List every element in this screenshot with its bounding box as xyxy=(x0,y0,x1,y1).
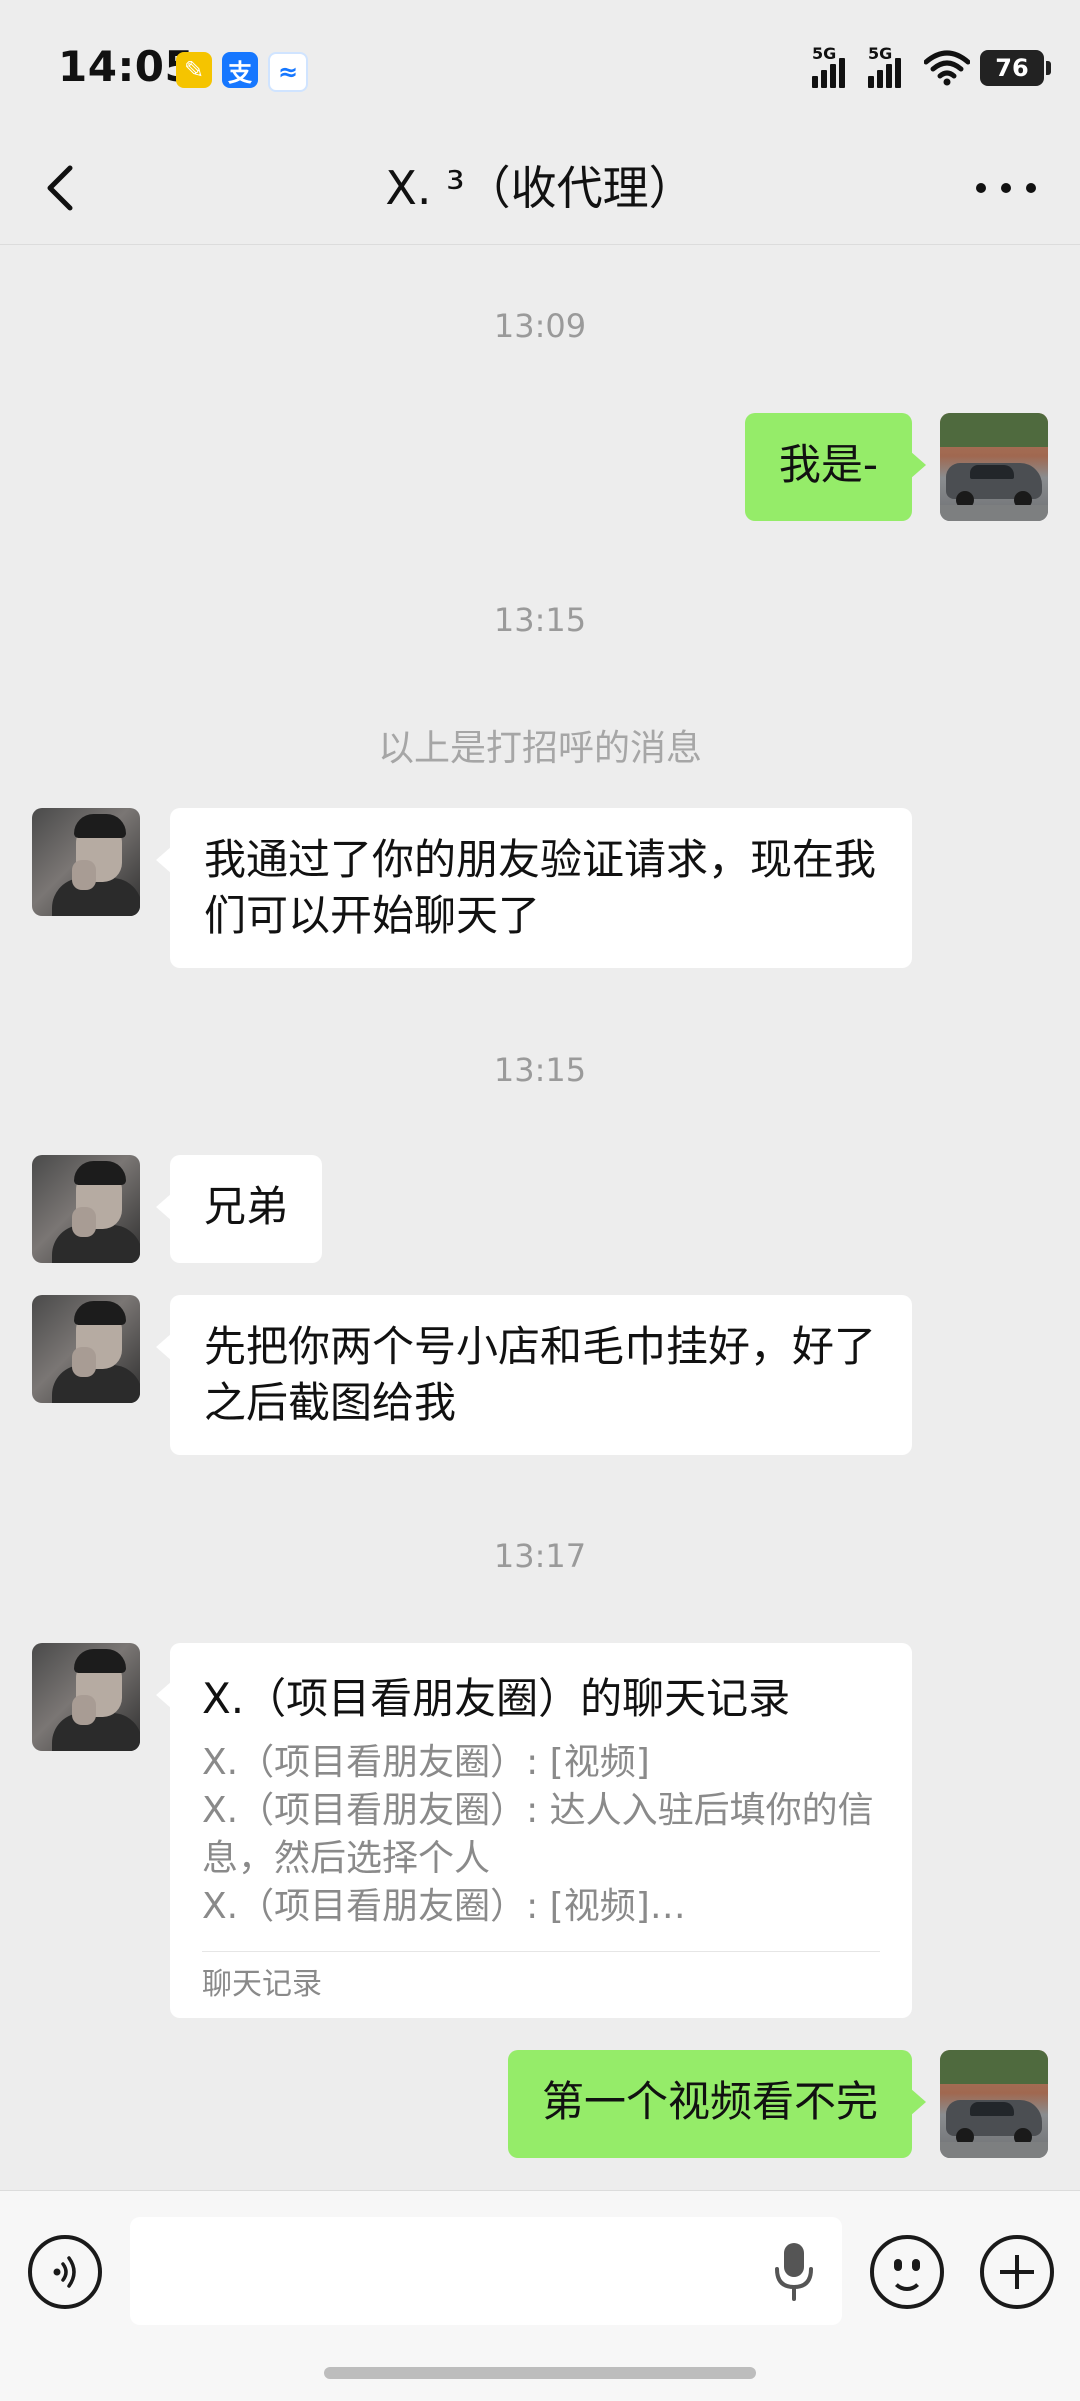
contact-message-bubble[interactable]: 我通过了你的朋友验证请求，现在我们可以开始聊天了 xyxy=(156,808,912,968)
voice-mode-button[interactable] xyxy=(28,2235,102,2309)
message-timestamp: 13:15 xyxy=(493,601,587,639)
system-message: 以上是打招呼的消息 xyxy=(377,728,702,769)
contact-avatar[interactable] xyxy=(32,1643,140,1751)
chat-history-card[interactable]: X.（项目看朋友圈）的聊天记录 X.（项目看朋友圈）: [视频] X.（项目看朋… xyxy=(156,1643,912,2018)
chat-history-title: X.（项目看朋友圈）的聊天记录 xyxy=(202,1674,791,1723)
chat-history-line: X.（项目看朋友圈）: [视频] xyxy=(202,1742,650,1783)
status-time: 14:05 xyxy=(58,42,195,91)
network-type-label: 5G xyxy=(812,44,837,63)
chat-history-footer: 聊天记录 xyxy=(202,1967,322,2002)
status-app-icons: ✎ 支 ≈ xyxy=(176,52,308,92)
message-timestamp: 13:17 xyxy=(493,1537,587,1575)
notes-app-icon: ✎ xyxy=(176,52,212,88)
chat-message-list[interactable]: 13:09 我是- 13:15 以上是打招呼的消息 我通过了你的朋友验证请求，现… xyxy=(0,245,1080,2190)
message-text-input[interactable] xyxy=(130,2217,842,2325)
my-message-bubble[interactable]: 我是- xyxy=(744,413,927,521)
contact-avatar[interactable] xyxy=(32,1295,140,1403)
emoji-mouth xyxy=(890,2273,924,2291)
chat-title: X. ³（收代理） xyxy=(385,161,695,215)
microphone-icon[interactable] xyxy=(772,2239,816,2303)
more-functions-button[interactable] xyxy=(980,2235,1054,2309)
contact-avatar[interactable] xyxy=(32,808,140,916)
contact-message-bubble[interactable]: 先把你两个号小店和毛巾挂好，好了之后截图给我 xyxy=(156,1295,912,1455)
status-indicators: 5G 5G 76 xyxy=(812,44,1051,88)
emoji-button[interactable] xyxy=(870,2235,944,2309)
my-avatar[interactable] xyxy=(940,413,1048,521)
battery-icon: 76 xyxy=(980,50,1051,86)
alipay-icon: 支 xyxy=(222,52,258,88)
chat-header: X. ³（收代理） xyxy=(0,130,1080,245)
contact-avatar[interactable] xyxy=(32,1155,140,1263)
status-bar: 14:05 ✎ 支 ≈ 5G 5G 76 xyxy=(0,0,1080,130)
cellular-signal-icon: 5G xyxy=(868,44,914,88)
emoji-eye xyxy=(912,2259,920,2271)
cellular-signal-icon: 5G xyxy=(812,44,858,88)
message-timestamp: 13:09 xyxy=(493,307,587,345)
my-avatar[interactable] xyxy=(940,2050,1048,2158)
chat-history-line: X.（项目看朋友圈）: [视频]… xyxy=(202,1886,686,1927)
network-type-label: 5G xyxy=(868,44,893,63)
chat-history-line: X.（项目看朋友圈）: 达人入驻后填你的信息，然后选择个人 xyxy=(202,1790,874,1879)
more-options-icon[interactable] xyxy=(976,160,1036,216)
wifi-icon xyxy=(924,50,970,86)
voice-wave-icon xyxy=(53,2256,76,2288)
home-indicator[interactable] xyxy=(324,2367,756,2379)
message-input-bar xyxy=(0,2190,1080,2401)
emoji-eye xyxy=(894,2259,902,2271)
message-timestamp: 13:15 xyxy=(493,1051,587,1089)
contact-message-bubble[interactable]: 兄弟 xyxy=(155,1155,323,1263)
fish-app-icon: ≈ xyxy=(268,52,308,92)
my-message-bubble[interactable]: 第一个视频看不完 xyxy=(507,2050,927,2158)
